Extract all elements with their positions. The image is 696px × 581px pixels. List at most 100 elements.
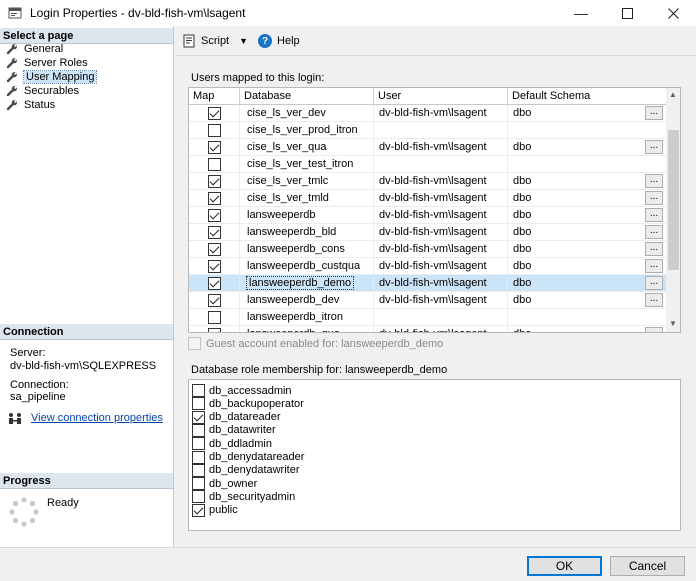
page-securables[interactable]: Securables	[6, 84, 79, 98]
view-connection-properties-link[interactable]: View connection properties	[31, 412, 163, 424]
table-row[interactable]: cise_ls_ver_tmlc dv-bld-fish-vm\lsagent db…	[189, 173, 666, 190]
user-cell[interactable]: dv-bld-fish-vm\lsagent	[374, 190, 508, 207]
browse-schema-button[interactable]: ...	[645, 327, 663, 332]
user-cell[interactable]	[374, 156, 508, 173]
user-cell[interactable]: dv-bld-fish-vm\lsagent	[374, 241, 508, 258]
browse-schema-button[interactable]: ...	[645, 191, 663, 205]
cancel-button[interactable]: Cancel	[610, 556, 685, 576]
map-checkbox[interactable]	[208, 141, 221, 154]
default-schema-cell[interactable]: dbo	[508, 292, 666, 309]
browse-schema-button[interactable]: ...	[645, 259, 663, 273]
default-schema-cell[interactable]: dbo	[508, 190, 666, 207]
default-schema-cell[interactable]	[508, 156, 666, 173]
map-checkbox[interactable]	[208, 277, 221, 290]
user-cell[interactable]: dv-bld-fish-vm\lsagent	[374, 207, 508, 224]
role-checkbox[interactable]: db_ddladmin	[192, 437, 272, 451]
column-header-default-schema[interactable]: Default Schema	[508, 88, 666, 105]
map-checkbox[interactable]	[208, 175, 221, 188]
table-row[interactable]: lansweeperdb_itron	[189, 309, 666, 326]
maximize-button[interactable]	[604, 0, 650, 26]
script-button[interactable]: Script ▼	[182, 34, 248, 48]
table-row[interactable]: lansweeperdb_demo dv-bld-fish-vm\lsagent d…	[189, 275, 666, 292]
user-cell[interactable]: dv-bld-fish-vm\lsagent	[374, 173, 508, 190]
column-header-map[interactable]: Map	[189, 88, 240, 105]
map-checkbox[interactable]	[208, 209, 221, 222]
user-cell[interactable]: dv-bld-fish-vm\lsagent	[374, 139, 508, 156]
map-checkbox[interactable]	[208, 311, 221, 324]
role-checkbox[interactable]: db_denydatawriter	[192, 463, 300, 477]
default-schema-cell[interactable]: dbo	[508, 275, 666, 292]
table-row[interactable]: lansweeperdb_cons dv-bld-fish-vm\lsagent d…	[189, 241, 666, 258]
user-cell[interactable]: dv-bld-fish-vm\lsagent	[374, 326, 508, 332]
default-schema-cell[interactable]: dbo	[508, 326, 666, 332]
browse-schema-button[interactable]: ...	[645, 293, 663, 307]
map-checkbox[interactable]	[208, 260, 221, 273]
map-checkbox[interactable]	[208, 226, 221, 239]
role-checkbox-box[interactable]	[192, 384, 205, 397]
role-checkbox[interactable]: db_datareader	[192, 410, 281, 424]
map-checkbox[interactable]	[208, 107, 221, 120]
map-checkbox[interactable]	[208, 158, 221, 171]
role-checkbox-box[interactable]	[192, 423, 205, 437]
map-checkbox[interactable]	[208, 294, 221, 307]
user-cell[interactable]: dv-bld-fish-vm\lsagent	[374, 224, 508, 241]
minimize-button[interactable]: —	[558, 0, 604, 26]
role-checkbox-box[interactable]	[192, 397, 205, 411]
browse-schema-button[interactable]: ...	[645, 208, 663, 222]
close-button[interactable]	[650, 0, 696, 26]
grid-vertical-scrollbar[interactable]: ▲ ▼	[666, 88, 680, 332]
default-schema-cell[interactable]: dbo	[508, 173, 666, 190]
role-checkbox[interactable]: public	[192, 503, 238, 517]
page-user-mapping[interactable]: User Mapping	[6, 70, 98, 84]
table-row[interactable]: cise_ls_ver_qua dv-bld-fish-vm\lsagent dbo…	[189, 139, 666, 156]
default-schema-cell[interactable]: dbo	[508, 105, 666, 122]
user-cell[interactable]: dv-bld-fish-vm\lsagent	[374, 292, 508, 309]
role-checkbox-box[interactable]	[192, 477, 205, 491]
map-checkbox[interactable]	[208, 328, 221, 332]
default-schema-cell[interactable]: dbo	[508, 224, 666, 241]
default-schema-cell[interactable]: dbo	[508, 139, 666, 156]
page-server-roles[interactable]: Server Roles	[6, 56, 88, 70]
default-schema-cell[interactable]: dbo	[508, 207, 666, 224]
column-header-user[interactable]: User	[374, 88, 508, 105]
browse-schema-button[interactable]: ...	[645, 276, 663, 290]
role-checkbox[interactable]: db_owner	[192, 477, 257, 491]
map-checkbox[interactable]	[208, 192, 221, 205]
scroll-up-icon[interactable]: ▲	[669, 90, 677, 99]
role-checkbox-box[interactable]	[192, 410, 205, 424]
table-row[interactable]: lansweeperdb_dev dv-bld-fish-vm\lsagent db…	[189, 292, 666, 309]
role-checkbox[interactable]: db_securityadmin	[192, 490, 295, 504]
table-row[interactable]: cise_ls_ver_tmld dv-bld-fish-vm\lsagent db…	[189, 190, 666, 207]
default-schema-cell[interactable]: dbo	[508, 258, 666, 275]
browse-schema-button[interactable]: ...	[645, 174, 663, 188]
default-schema-cell[interactable]	[508, 309, 666, 326]
scrollbar-thumb[interactable]	[668, 130, 679, 270]
user-cell[interactable]: dv-bld-fish-vm\lsagent	[374, 105, 508, 122]
role-checkbox[interactable]: db_denydatareader	[192, 450, 304, 464]
table-row[interactable]: lansweeperdb_custqua dv-bld-fish-vm\lsage…	[189, 258, 666, 275]
column-header-database[interactable]: Database	[240, 88, 374, 105]
ok-button[interactable]: OK	[527, 556, 602, 576]
page-status[interactable]: Status	[6, 98, 55, 112]
role-checkbox-box[interactable]	[192, 450, 205, 464]
user-cell[interactable]: dv-bld-fish-vm\lsagent	[374, 275, 508, 292]
role-checkbox-box[interactable]	[192, 490, 205, 504]
role-checkbox-box[interactable]	[192, 463, 205, 477]
browse-schema-button[interactable]: ...	[645, 106, 663, 120]
page-general[interactable]: General	[6, 42, 63, 56]
table-row[interactable]: lansweeperdb dv-bld-fish-vm\lsagent dbo...	[189, 207, 666, 224]
scroll-down-icon[interactable]: ▼	[669, 319, 677, 328]
users-mapped-grid[interactable]: Map Database User Default Schema cise_ls…	[188, 87, 681, 333]
role-checkbox[interactable]: db_backupoperator	[192, 397, 304, 411]
table-row[interactable]: lansweeperdb_qua dv-bld-fish-vm\lsagentdb…	[189, 326, 666, 332]
role-checkbox-box[interactable]	[192, 503, 205, 517]
user-cell[interactable]	[374, 122, 508, 139]
default-schema-cell[interactable]	[508, 122, 666, 139]
map-checkbox[interactable]	[208, 243, 221, 256]
help-button[interactable]: ? Help	[258, 34, 300, 48]
user-cell[interactable]: dv-bld-fish-vm\lsagent	[374, 258, 508, 275]
role-checkbox[interactable]: db_datawriter	[192, 423, 276, 437]
map-checkbox[interactable]	[208, 124, 221, 137]
browse-schema-button[interactable]: ...	[645, 225, 663, 239]
dropdown-arrow-icon[interactable]: ▼	[239, 36, 248, 46]
